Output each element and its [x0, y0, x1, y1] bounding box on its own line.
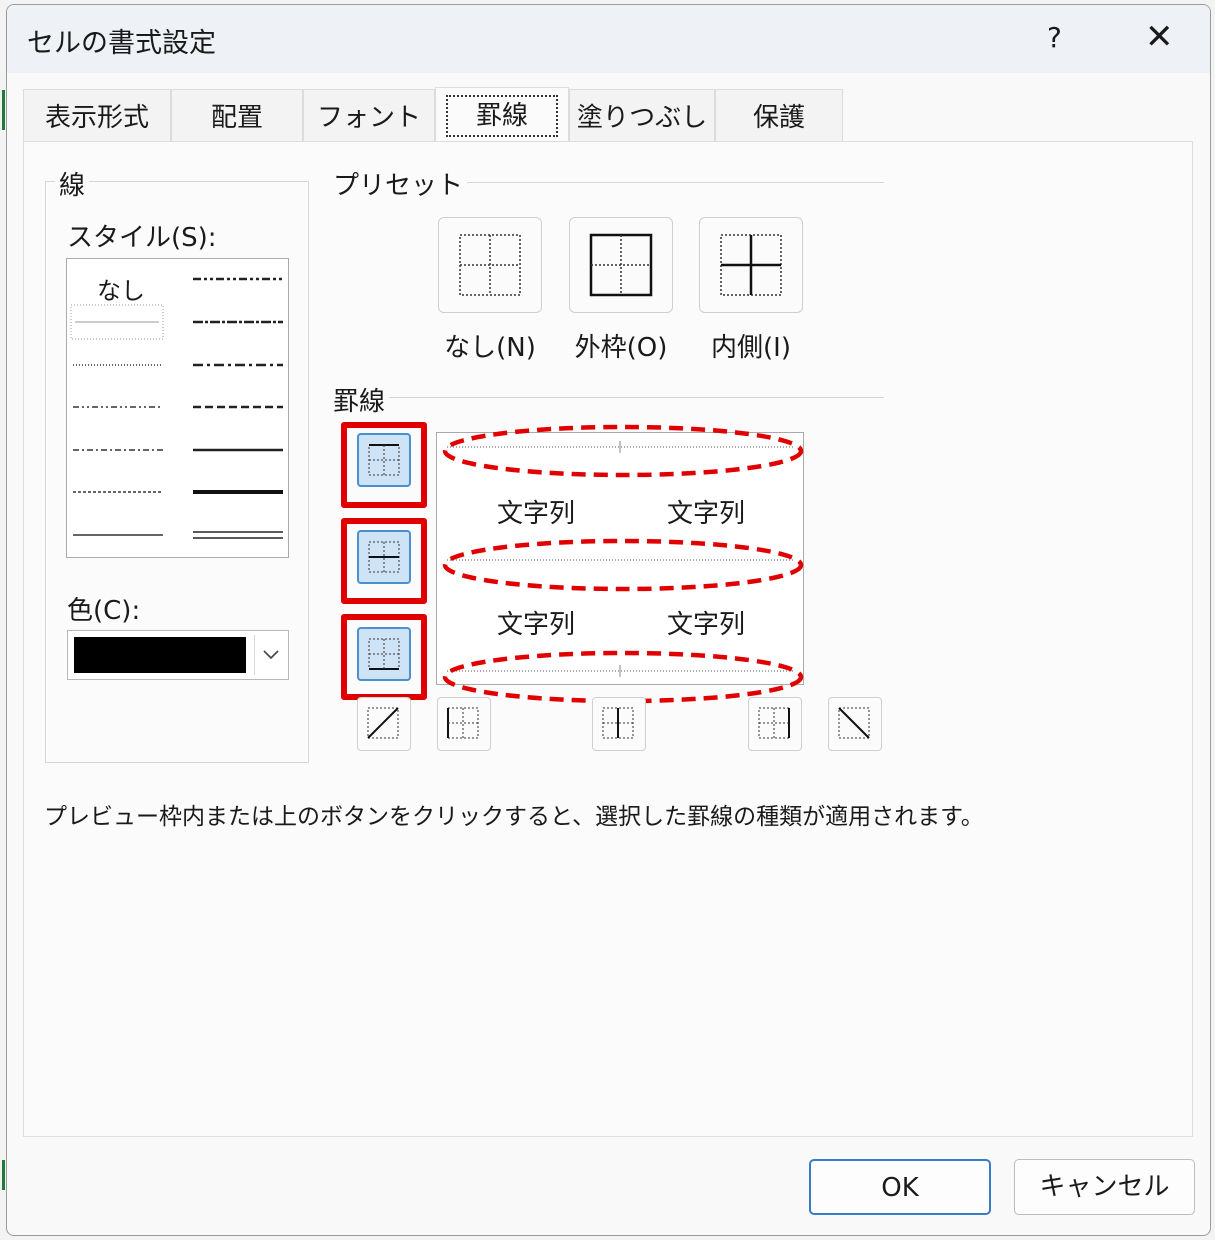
- preset-none-icon: [459, 234, 521, 296]
- dialog-title: セルの書式設定: [27, 28, 216, 59]
- tab-protection[interactable]: 保護: [715, 89, 843, 143]
- description-text: プレビュー枠内または上のボタンをクリックすると、選択した罫線の種類が適用されます…: [44, 804, 984, 830]
- style-none-option[interactable]: なし: [97, 271, 145, 306]
- preset-outline-icon: [589, 233, 653, 297]
- preset-none-label: なし(N): [444, 333, 536, 363]
- preset-outline-label: 外枠(O): [574, 333, 668, 363]
- highlight-box-middle: [341, 518, 427, 604]
- diagonal-down-button[interactable]: [828, 697, 882, 751]
- preset-inside-icon: [720, 234, 782, 296]
- tab-number-format[interactable]: 表示形式: [23, 89, 171, 143]
- close-icon[interactable]: ✕: [1145, 17, 1174, 57]
- border-divider: [387, 397, 884, 398]
- border-left-button[interactable]: [437, 697, 491, 751]
- border-center-button[interactable]: [592, 697, 646, 751]
- highlight-box-bottom: [341, 614, 427, 700]
- color-swatch: [74, 637, 246, 673]
- preset-inside-label: 内側(I): [711, 333, 791, 363]
- tab-border[interactable]: 罫線: [435, 87, 569, 143]
- preset-inside-button[interactable]: [699, 217, 803, 313]
- cancel-button[interactable]: キャンセル: [1014, 1159, 1195, 1215]
- tab-fill[interactable]: 塗りつぶし: [569, 89, 715, 143]
- color-separator: [254, 635, 255, 675]
- border-group-label: 罫線: [329, 381, 390, 418]
- sheet-edge-line: [2, 90, 5, 130]
- border-right-button[interactable]: [748, 697, 802, 751]
- preset-none-button[interactable]: [438, 217, 542, 313]
- border-center-icon: [602, 707, 634, 739]
- tab-font[interactable]: フォント: [303, 89, 435, 143]
- highlight-ellipses: [442, 424, 804, 704]
- border-left-icon: [447, 707, 479, 739]
- ok-button[interactable]: OK: [809, 1159, 991, 1215]
- sheet-edge-line: [2, 1160, 5, 1190]
- title-bar: セルの書式設定 ? ✕: [7, 5, 1210, 73]
- help-icon[interactable]: ?: [1047, 21, 1062, 54]
- preset-divider: [419, 182, 884, 183]
- diagonal-up-button[interactable]: [357, 697, 411, 751]
- highlight-box-top: [341, 422, 427, 508]
- tab-border-label: 罫線: [445, 95, 558, 137]
- preset-label: プリセット: [329, 165, 468, 202]
- diagonal-down-icon: [838, 707, 870, 739]
- preset-outline-button[interactable]: [569, 217, 673, 313]
- tab-alignment[interactable]: 配置: [171, 89, 303, 143]
- diagonal-up-icon: [367, 707, 399, 739]
- line-group-label: 線: [55, 165, 90, 202]
- style-label: スタイル(S):: [63, 217, 221, 254]
- border-right-icon: [758, 707, 790, 739]
- chevron-down-icon[interactable]: [258, 639, 284, 671]
- format-cells-dialog: セルの書式設定 ? ✕ 表示形式 配置 フォント 罫線 塗りつぶし 保護 線 ス…: [6, 4, 1211, 1236]
- color-select[interactable]: [67, 630, 289, 680]
- color-label: 色(C):: [63, 590, 145, 627]
- line-style-list[interactable]: なし: [66, 258, 289, 558]
